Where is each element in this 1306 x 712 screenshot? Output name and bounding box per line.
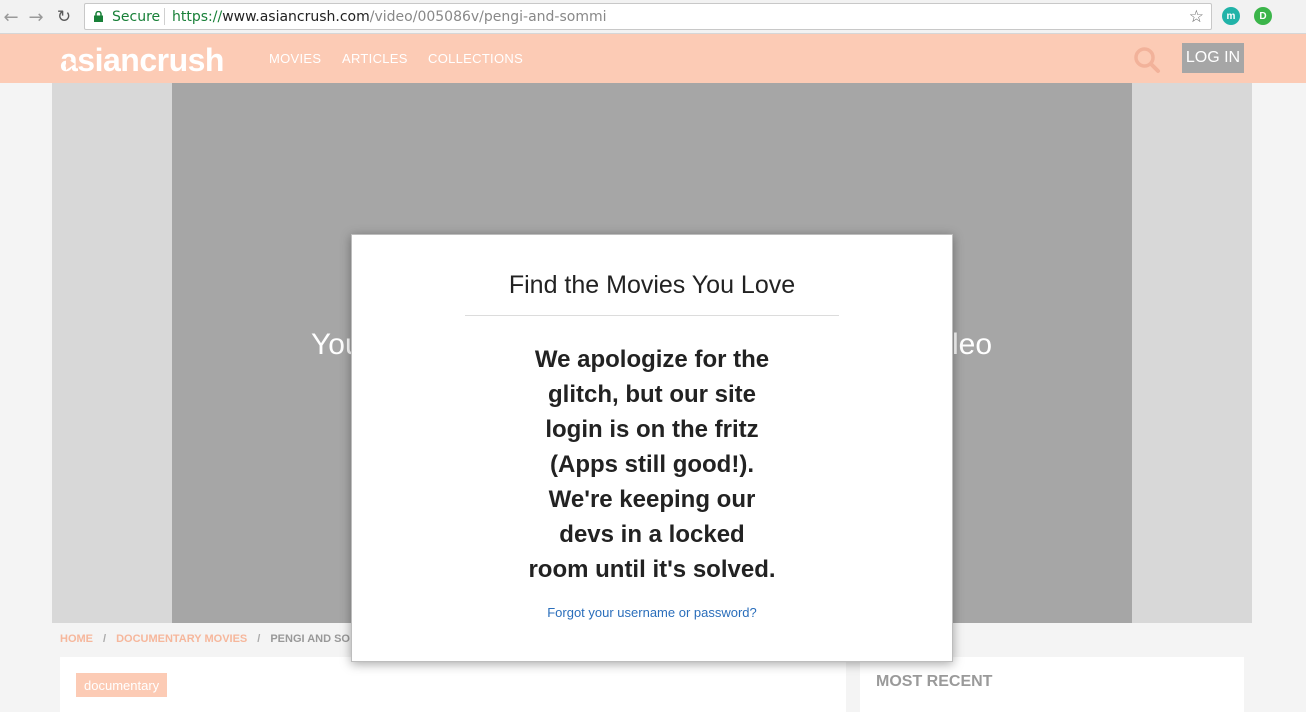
address-bar[interactable]: Secure https://www.asiancrush.com/video/… — [84, 3, 1212, 30]
breadcrumb: HOME / DOCUMENTARY MOVIES / PENGI AND SO — [60, 633, 350, 645]
url-path: /video/005086v/pengi-and-sommi — [369, 9, 607, 25]
player-message-right: leo — [952, 328, 993, 361]
modal-divider — [465, 315, 839, 316]
url-separator — [164, 8, 165, 25]
bookmark-star-icon[interactable]: ☆ — [1189, 7, 1204, 27]
extension-m-icon[interactable]: m — [1222, 7, 1240, 25]
nav-movies[interactable]: MOVIES — [269, 51, 321, 66]
modal-message-line: (Apps still good!). — [550, 451, 754, 478]
site-logo[interactable]: asiancrush — [60, 42, 224, 79]
url-text[interactable]: https://www.asiancrush.com/video/005086v… — [172, 9, 607, 25]
breadcrumb-home[interactable]: HOME — [60, 633, 93, 645]
back-arrow-icon[interactable]: ← — [0, 6, 22, 28]
forward-arrow-icon[interactable]: → — [25, 6, 47, 28]
genre-tag[interactable]: documentary — [76, 673, 168, 697]
site-header: asiancrush MOVIES ARTICLES COLLECTIONS L… — [0, 34, 1306, 83]
breadcrumb-category[interactable]: DOCUMENTARY MOVIES — [116, 633, 247, 645]
forgot-credentials-link[interactable]: Forgot your username or password? — [352, 605, 952, 620]
login-button[interactable]: LOG IN — [1182, 43, 1244, 73]
secure-label: Secure — [112, 9, 161, 25]
nav-articles[interactable]: ARTICLES — [342, 51, 408, 66]
modal-message-line: login is on the fritz — [545, 416, 759, 443]
modal-message-line: devs in a locked — [559, 521, 745, 548]
breadcrumb-separator: / — [257, 633, 261, 645]
nav-collections[interactable]: COLLECTIONS — [428, 51, 523, 66]
browser-toolbar: ← → ↻ Secure https://www.asiancrush.com/… — [0, 0, 1306, 34]
lock-icon — [94, 11, 103, 22]
logo-text: asiancrush — [60, 42, 224, 78]
extension-d-icon[interactable]: D — [1254, 7, 1272, 25]
most-recent-title: MOST RECENT — [876, 673, 993, 690]
breadcrumb-separator: / — [103, 633, 107, 645]
login-modal: Find the Movies You Love We apologize fo… — [351, 234, 953, 662]
video-info-card — [60, 657, 846, 712]
url-scheme: https:// — [172, 9, 223, 25]
url-host: www.asiancrush.com — [222, 9, 370, 25]
breadcrumb-current: PENGI AND SO — [270, 633, 350, 645]
logo-play-icon — [66, 58, 75, 70]
modal-message-line: We apologize for the — [534, 346, 770, 373]
modal-message-line: glitch, but our site — [548, 381, 756, 408]
modal-title: Find the Movies You Love — [508, 271, 796, 299]
modal-message-line: We're keeping our — [548, 486, 756, 513]
modal-message: We apologize for the glitch, but our sit… — [352, 342, 952, 587]
reload-icon[interactable]: ↻ — [53, 6, 75, 28]
modal-message-line: room until it's solved. — [528, 556, 776, 583]
search-icon[interactable] — [1133, 46, 1161, 74]
